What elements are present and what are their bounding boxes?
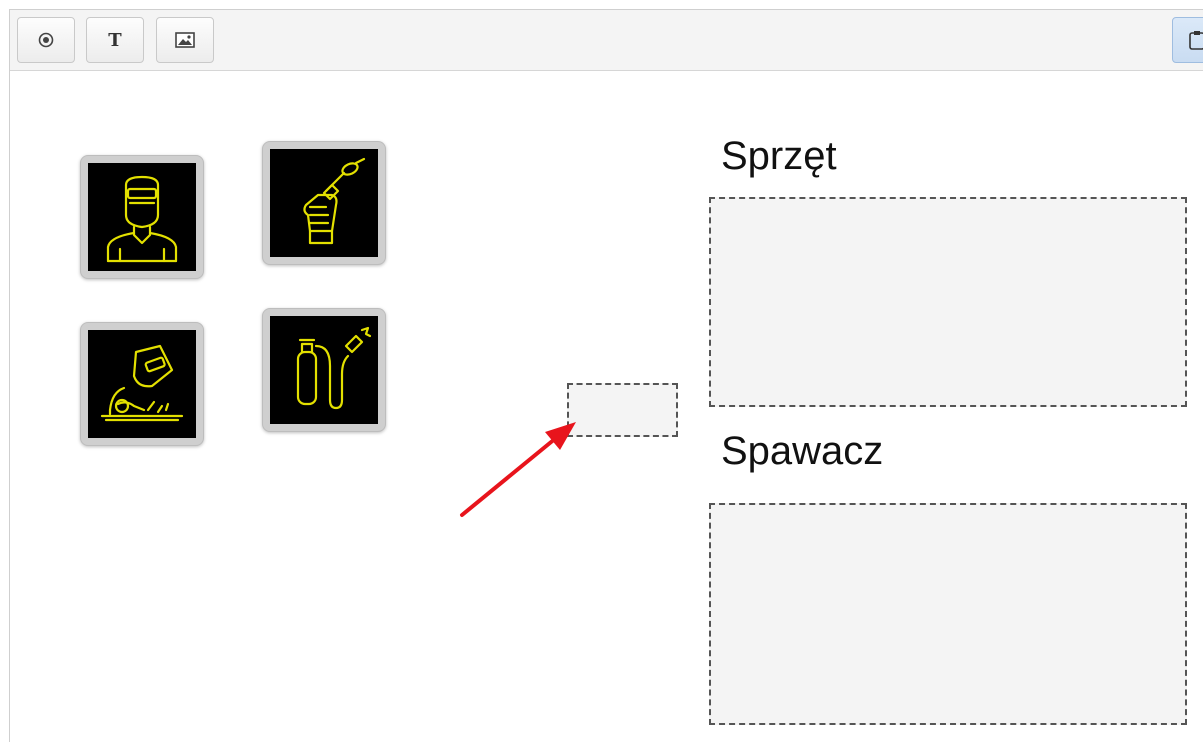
image-icon (175, 32, 195, 48)
welder-working-icon (100, 344, 184, 422)
drop-target-label-welder: Spawacz (721, 429, 884, 473)
welder-with-mask-icon (106, 175, 178, 263)
hand-holding-torch-icon (303, 157, 366, 245)
gas-cylinder-torch-icon (296, 326, 372, 410)
drag-tile-gas-cylinder[interactable] (262, 308, 386, 432)
paste-icon (1189, 31, 1203, 50)
text-tool-icon: T (108, 29, 122, 51)
text-tool-button[interactable]: T (86, 17, 144, 63)
target-icon (38, 32, 54, 48)
drop-target-label-equipment: Sprzęt (721, 134, 837, 178)
toolbar: T (10, 10, 1203, 71)
drag-tile-welder-working[interactable] (80, 322, 204, 446)
drag-tile-hand-torch[interactable] (262, 141, 386, 265)
target-button[interactable] (17, 17, 75, 63)
drop-zone-welder[interactable] (709, 503, 1187, 725)
small-drop-placeholder[interactable] (567, 383, 678, 437)
drag-tile-welder-mask[interactable] (80, 155, 204, 279)
image-button[interactable] (156, 17, 214, 63)
paste-button[interactable] (1172, 17, 1203, 63)
drop-zone-equipment[interactable] (709, 197, 1187, 407)
